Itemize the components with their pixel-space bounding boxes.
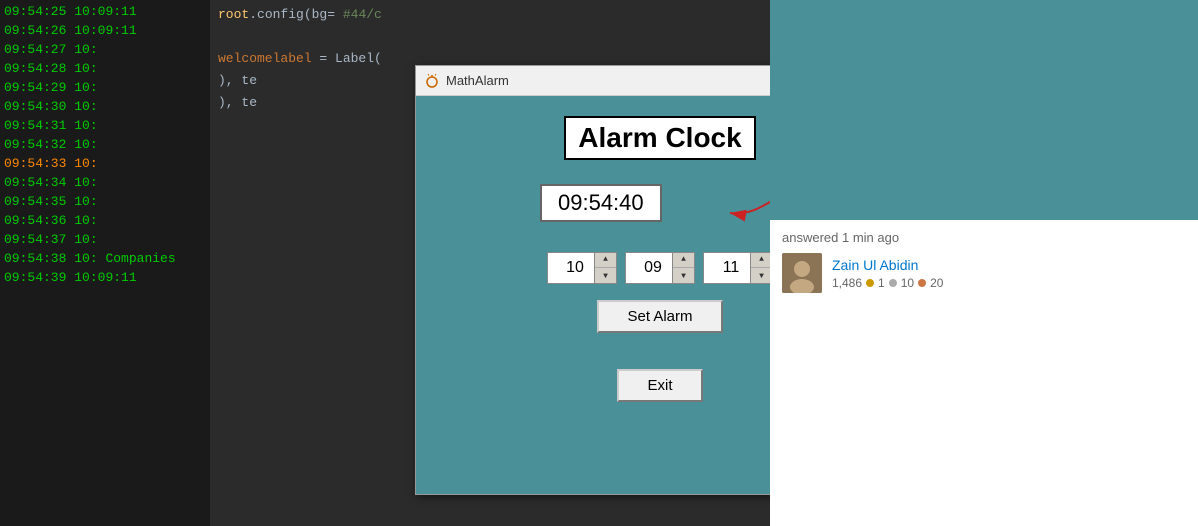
bronze-badge-dot bbox=[918, 279, 926, 287]
user-stats: 1,486 1 10 20 bbox=[832, 276, 943, 290]
minute-down-arrow[interactable]: ▼ bbox=[673, 268, 694, 284]
gold-count: 1 bbox=[878, 276, 885, 290]
terminal-panel: 09:54:25 10:09:11 09:54:26 10:09:11 09:5… bbox=[0, 0, 210, 526]
second-spinner[interactable]: 11 ▲ ▼ bbox=[703, 252, 770, 284]
terminal-line: 09:54:25 10:09:11 bbox=[4, 2, 206, 21]
terminal-line: 09:54:32 10: bbox=[4, 135, 206, 154]
user-row: Zain Ul Abidin 1,486 1 10 20 bbox=[782, 253, 1186, 293]
minute-spinner[interactable]: 09 ▲ ▼ bbox=[625, 252, 695, 284]
alarm-window: MathAlarm — □ ✕ Alarm Clock 09:54:40 bbox=[415, 65, 770, 495]
time-display-area: 09:54:40 bbox=[520, 176, 770, 236]
second-down-arrow[interactable]: ▼ bbox=[751, 268, 770, 284]
terminal-line: 09:54:35 10: bbox=[4, 192, 206, 211]
minute-up-arrow[interactable]: ▲ bbox=[673, 252, 694, 268]
arrow-indicator bbox=[650, 178, 770, 228]
terminal-line: 09:54:37 10: bbox=[4, 230, 206, 249]
app-icon bbox=[424, 73, 440, 89]
hour-arrow[interactable]: ▲ ▼ bbox=[594, 252, 616, 284]
hour-up-arrow[interactable]: ▲ bbox=[595, 252, 616, 268]
set-alarm-button[interactable]: Set Alarm bbox=[597, 300, 722, 333]
minute-arrow[interactable]: ▲ ▼ bbox=[672, 252, 694, 284]
hour-down-arrow[interactable]: ▼ bbox=[595, 268, 616, 284]
code-line: root.config(bg= #44/c bbox=[218, 4, 762, 26]
code-panel: root.config(bg= #44/c welcomelabel = Lab… bbox=[210, 0, 770, 526]
hour-spinner[interactable]: 10 ▲ ▼ bbox=[547, 252, 617, 284]
second-up-arrow[interactable]: ▲ bbox=[751, 252, 770, 268]
alarm-heading: Alarm Clock bbox=[564, 116, 755, 160]
user-info: Zain Ul Abidin 1,486 1 10 20 bbox=[832, 257, 943, 290]
terminal-line: 09:54:26 10:09:11 bbox=[4, 21, 206, 40]
second-value: 11 bbox=[704, 259, 750, 277]
terminal-line-highlight: 09:54:33 10: bbox=[4, 154, 206, 173]
terminal-line: 09:54:34 10: bbox=[4, 173, 206, 192]
hour-value: 10 bbox=[548, 259, 594, 277]
current-time-display: 09:54:40 bbox=[540, 184, 662, 222]
terminal-line: 09:54:31 10: bbox=[4, 116, 206, 135]
reputation: 1,486 bbox=[832, 276, 862, 290]
minute-value: 09 bbox=[626, 259, 672, 277]
alarm-titlebar: MathAlarm — □ ✕ bbox=[416, 66, 770, 96]
terminal-line: 09:54:29 10: bbox=[4, 78, 206, 97]
second-arrow[interactable]: ▲ ▼ bbox=[750, 252, 770, 284]
titlebar-left: MathAlarm bbox=[424, 73, 509, 89]
answered-text: answered 1 min ago bbox=[782, 230, 1186, 245]
qa-section: answered 1 min ago Zain Ul Abidin 1,486 … bbox=[770, 220, 1198, 526]
exit-button[interactable]: Exit bbox=[617, 369, 702, 402]
terminal-line: 09:54:27 10: bbox=[4, 40, 206, 59]
terminal-line: 09:54:28 10: bbox=[4, 59, 206, 78]
terminal-line: 09:54:38 10: Companies bbox=[4, 249, 206, 268]
code-line bbox=[218, 26, 762, 48]
bronze-count: 20 bbox=[930, 276, 943, 290]
username[interactable]: Zain Ul Abidin bbox=[832, 257, 943, 273]
terminal-line: 09:54:36 10: bbox=[4, 211, 206, 230]
silver-badge-dot bbox=[889, 279, 897, 287]
teal-area bbox=[770, 0, 1198, 220]
avatar bbox=[782, 253, 822, 293]
spinners-row: 10 ▲ ▼ 09 ▲ ▼ 11 ▲ bbox=[547, 252, 770, 284]
gold-badge-dot bbox=[866, 279, 874, 287]
terminal-line: 09:54:30 10: bbox=[4, 97, 206, 116]
right-panel: answered 1 min ago Zain Ul Abidin 1,486 … bbox=[770, 0, 1198, 526]
window-title: MathAlarm bbox=[446, 73, 509, 88]
silver-count: 10 bbox=[901, 276, 914, 290]
terminal-line: 09:54:39 10:09:11 bbox=[4, 268, 206, 287]
alarm-body: Alarm Clock 09:54:40 10 bbox=[416, 96, 770, 402]
